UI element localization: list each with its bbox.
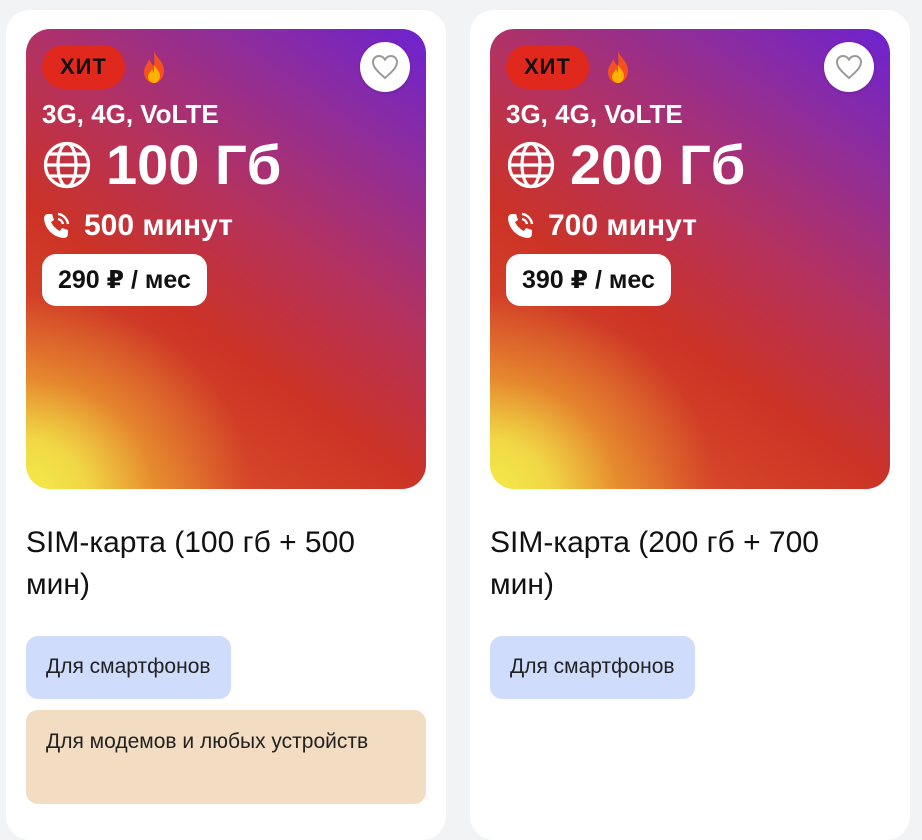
minutes-row: 700 минут bbox=[506, 209, 697, 243]
data-amount: 200 Гб bbox=[570, 133, 746, 196]
phone-icon bbox=[508, 212, 534, 238]
heart-icon bbox=[835, 54, 863, 80]
price-label: 390 ₽ / мес bbox=[506, 254, 671, 306]
hit-badge: ХИТ bbox=[42, 45, 125, 89]
hit-badge: ХИТ bbox=[506, 45, 589, 89]
favorite-button[interactable] bbox=[360, 42, 410, 92]
product-title[interactable]: SIM-карта (200 гб + 700 мин) bbox=[490, 522, 890, 606]
data-amount: 100 Гб bbox=[106, 133, 282, 196]
globe-icon bbox=[43, 141, 91, 189]
tag-smartphones: Для смартфонов bbox=[26, 636, 231, 699]
minutes-row: 500 минут bbox=[42, 209, 233, 243]
phone-icon bbox=[44, 212, 70, 238]
data-amount-row: 100 Гб bbox=[42, 133, 281, 197]
network-tech: 3G, 4G, VoLTE bbox=[506, 99, 683, 129]
product-title[interactable]: SIM-карта (100 гб + 500 мин) bbox=[26, 522, 426, 606]
tariff-banner[interactable]: ХИТ 3G, 4G, VoLTE 100 Гб 500 минут 290 ₽… bbox=[26, 29, 426, 489]
heart-icon bbox=[371, 54, 399, 80]
fire-icon bbox=[608, 51, 628, 83]
network-tech: 3G, 4G, VoLTE bbox=[42, 99, 219, 129]
data-amount-row: 200 Гб bbox=[506, 133, 745, 197]
minutes-amount: 500 минут bbox=[84, 209, 233, 242]
globe-icon bbox=[507, 141, 555, 189]
tag-smartphones: Для смартфонов bbox=[490, 636, 695, 699]
minutes-amount: 700 минут bbox=[548, 209, 697, 242]
tag-modems: Для модемов и любых устройств bbox=[26, 710, 426, 804]
product-card[interactable]: ХИТ 3G, 4G, VoLTE 100 Гб 500 минут 290 ₽… bbox=[6, 10, 446, 840]
price-label: 290 ₽ / мес bbox=[42, 254, 207, 306]
product-card[interactable]: ХИТ 3G, 4G, VoLTE 200 Гб 700 минут 390 ₽… bbox=[470, 10, 910, 840]
favorite-button[interactable] bbox=[824, 42, 874, 92]
tariff-banner[interactable]: ХИТ 3G, 4G, VoLTE 200 Гб 700 минут 390 ₽… bbox=[490, 29, 890, 489]
fire-icon bbox=[144, 51, 164, 83]
